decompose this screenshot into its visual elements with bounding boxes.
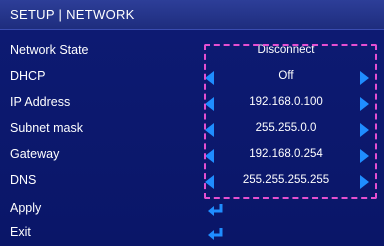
menu-title: SETUP | NETWORK <box>10 7 135 22</box>
row-apply[interactable]: Apply <box>0 196 384 222</box>
enter-icon[interactable] <box>207 227 225 241</box>
enter-icon[interactable] <box>207 203 225 217</box>
dhcp-label: DHCP <box>10 69 46 83</box>
network-settings-panel: Network State Disconnect DHCP Off IP Add… <box>0 30 384 246</box>
gateway-label: Gateway <box>10 147 60 161</box>
selection-highlight <box>204 44 377 199</box>
apply-label[interactable]: Apply <box>10 201 41 215</box>
dns-label: DNS <box>10 173 37 187</box>
row-exit[interactable]: Exit <box>0 220 384 246</box>
menu-header: SETUP | NETWORK <box>0 0 384 30</box>
exit-label[interactable]: Exit <box>10 225 31 239</box>
ip-address-label: IP Address <box>10 95 71 109</box>
network-state-label: Network State <box>10 43 89 57</box>
subnet-mask-label: Subnet mask <box>10 121 83 135</box>
